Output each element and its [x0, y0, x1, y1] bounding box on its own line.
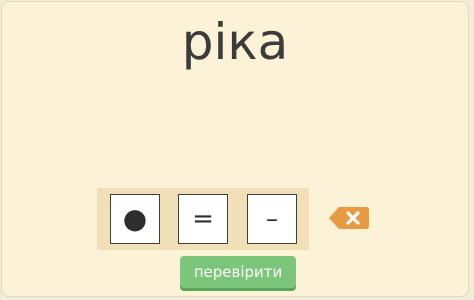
backspace-icon	[329, 207, 369, 229]
word-title: ріка	[181, 13, 289, 71]
answer-tray: ● = –	[97, 188, 309, 250]
check-button[interactable]: перевірити	[180, 256, 296, 288]
dot-icon: ●	[122, 202, 148, 235]
delete-button[interactable]	[329, 207, 369, 229]
dash-icon: –	[266, 205, 278, 233]
sound-tile-dot[interactable]: ●	[110, 194, 160, 244]
sound-tile-equals[interactable]: =	[178, 194, 228, 244]
sound-tile-dash[interactable]: –	[247, 194, 297, 244]
equals-icon: =	[192, 204, 214, 234]
exercise-card: ріка ● = –	[1, 1, 469, 297]
